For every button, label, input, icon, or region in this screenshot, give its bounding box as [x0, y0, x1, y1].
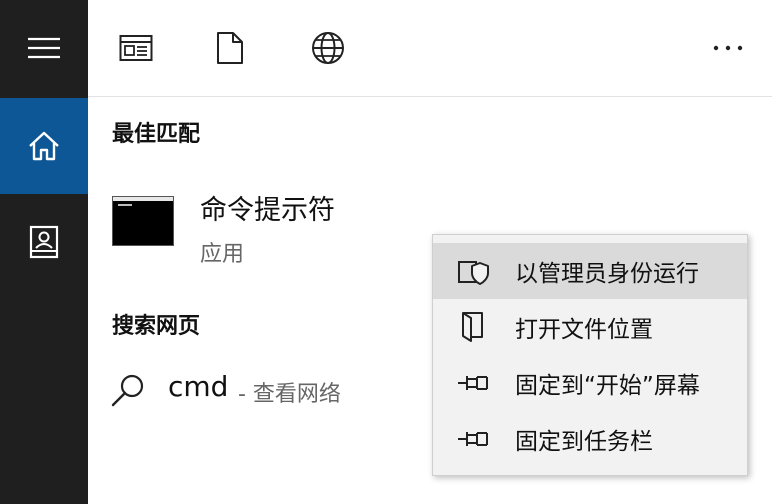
shield-icon — [455, 253, 491, 289]
pin-icon — [455, 365, 491, 401]
web-search-query: cmd — [168, 370, 229, 403]
context-menu: 以管理员身份运行 打开文件位置 固定到“开始”屏幕 固定到任务栏 — [432, 234, 748, 476]
apps-filter-button[interactable] — [116, 28, 156, 68]
menu-item-label: 固定到“开始”屏幕 — [515, 373, 700, 399]
filter-toolbar — [88, 0, 772, 97]
more-options-button[interactable] — [708, 28, 748, 68]
notebook-icon — [29, 225, 59, 259]
menu-item-label: 固定到任务栏 — [515, 429, 653, 455]
search-icon — [111, 374, 144, 407]
apps-filter-icon — [119, 35, 153, 61]
open-folder-icon — [455, 309, 491, 345]
best-match-heading: 最佳匹配 — [112, 122, 201, 147]
menu-item-run-as-admin[interactable]: 以管理员身份运行 — [433, 243, 747, 299]
home-icon — [29, 131, 59, 161]
pin-icon — [455, 421, 491, 457]
cmd-terminal-icon — [112, 196, 174, 246]
menu-item-pin-to-taskbar[interactable]: 固定到任务栏 — [433, 411, 747, 467]
menu-item-label: 打开文件位置 — [515, 317, 653, 343]
web-search-suffix: - 查看网络 — [238, 382, 341, 407]
hamburger-menu-button[interactable] — [0, 0, 88, 96]
web-filter-icon — [312, 32, 344, 64]
notebook-button[interactable] — [0, 194, 88, 290]
hamburger-menu-icon — [28, 37, 60, 59]
menu-item-label: 以管理员身份运行 — [515, 261, 699, 287]
menu-item-open-file-location[interactable]: 打开文件位置 — [433, 299, 747, 355]
documents-filter-icon — [217, 32, 243, 64]
app-name: 命令提示符 — [200, 195, 335, 226]
more-options-icon — [713, 45, 743, 51]
app-type: 应用 — [200, 242, 245, 267]
search-results-panel: 最佳匹配 命令提示符 应用 搜索网页 cmd - 查看网络 以管理员身份运行 打… — [88, 0, 772, 504]
sidebar — [0, 0, 88, 504]
web-filter-button[interactable] — [308, 28, 348, 68]
web-search-heading: 搜索网页 — [112, 314, 201, 339]
documents-filter-button[interactable] — [210, 28, 250, 68]
home-button[interactable] — [0, 98, 88, 194]
menu-item-pin-to-start[interactable]: 固定到“开始”屏幕 — [433, 355, 747, 411]
